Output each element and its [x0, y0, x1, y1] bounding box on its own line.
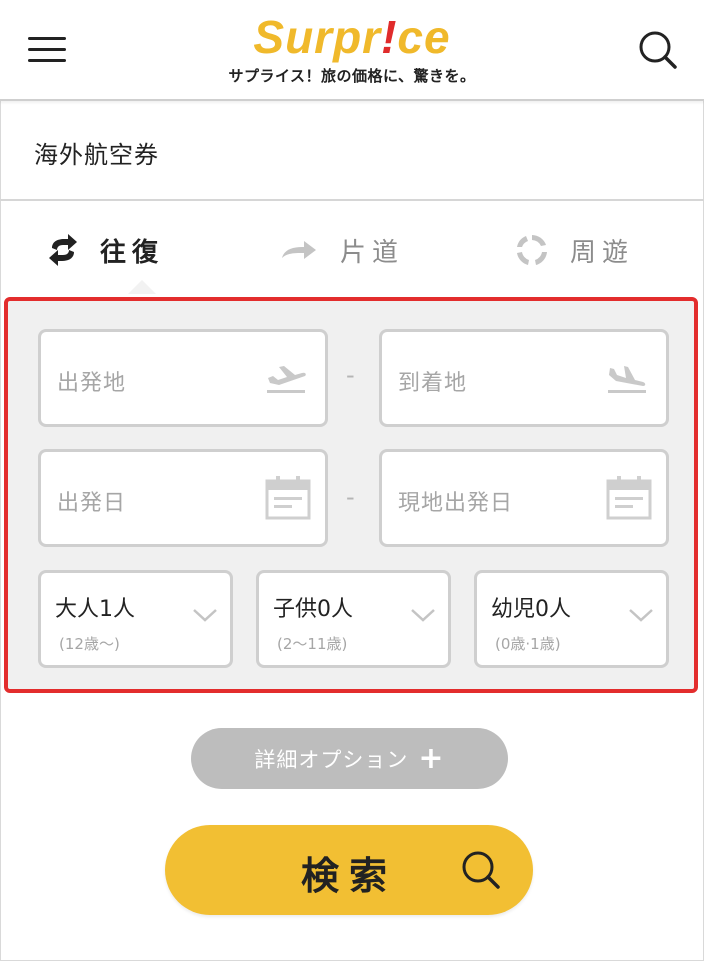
detail-options-label: 詳細オプション — [254, 747, 409, 772]
chevron-down-icon — [411, 609, 435, 622]
one-way-arrow-icon — [282, 241, 316, 259]
search-icon[interactable] — [638, 30, 678, 70]
multi-city-cycle-icon — [517, 235, 547, 265]
header-bar: Surpr!ce サプライス！旅の価格に、驚きを。 — [0, 0, 704, 101]
search-form-panel: 出発地 - 到着地 出発日 - 現地出発日 大人1人 (12歳〜) 子供0人 (… — [4, 297, 698, 693]
search-icon — [462, 851, 500, 889]
tab-round-trip[interactable]: 往復 — [46, 220, 164, 280]
adult-age-note: (12歳〜) — [59, 635, 120, 653]
return-date-placeholder: 現地出発日 — [398, 491, 514, 516]
child-age-note: (2〜11歳) — [277, 635, 348, 653]
child-count-select[interactable]: 子供0人 (2〜11歳) — [256, 570, 451, 668]
adult-count-label: 大人1人 — [55, 597, 135, 622]
departure-place-field[interactable]: 出発地 — [38, 329, 328, 427]
arrival-place-placeholder: 到着地 — [398, 371, 468, 396]
adult-count-select[interactable]: 大人1人 (12歳〜) — [38, 570, 233, 668]
active-tab-pointer — [128, 280, 156, 294]
logo-wordmark: Surpr!ce — [253, 11, 451, 63]
date-separator: - — [346, 483, 355, 511]
departure-date-field[interactable]: 出発日 — [38, 449, 328, 547]
takeoff-icon — [267, 366, 306, 393]
infant-count-label: 幼児0人 — [491, 597, 571, 622]
tab-multi-city-label: 周遊 — [570, 237, 635, 268]
route-separator: - — [346, 361, 355, 389]
child-count-label: 子供0人 — [273, 597, 353, 622]
tab-one-way-label: 片道 — [340, 237, 405, 268]
departure-place-placeholder: 出発地 — [57, 371, 127, 396]
infant-age-note: (0歳·1歳) — [495, 635, 561, 653]
calendar-icon — [606, 476, 652, 520]
chevron-down-icon — [193, 609, 217, 622]
page-title-bar: 海外航空券 — [0, 103, 704, 201]
logo-tagline: サプライス！旅の価格に、驚きを。 — [228, 67, 476, 85]
landing-icon — [608, 366, 646, 393]
tab-one-way[interactable]: 片道 — [280, 220, 404, 280]
tab-multi-city[interactable]: 周遊 — [514, 220, 634, 280]
site-logo[interactable]: Surpr!ce サプライス！旅の価格に、驚きを。 — [0, 8, 704, 86]
return-date-field[interactable]: 現地出発日 — [379, 449, 669, 547]
plus-icon: + — [418, 740, 445, 776]
page-title: 海外航空券 — [34, 141, 159, 169]
trip-type-tabs: 往復 片道 周遊 — [0, 220, 704, 290]
tab-round-trip-label: 往復 — [100, 237, 165, 268]
search-button[interactable]: 検索 — [165, 825, 533, 915]
detail-options-button[interactable]: 詳細オプション + — [191, 728, 508, 789]
calendar-icon — [265, 476, 311, 520]
arrival-place-field[interactable]: 到着地 — [379, 329, 669, 427]
departure-date-placeholder: 出発日 — [57, 491, 127, 516]
infant-count-select[interactable]: 幼児0人 (0歳·1歳) — [474, 570, 669, 668]
chevron-down-icon — [629, 609, 653, 622]
round-trip-arrows-icon — [49, 234, 77, 266]
